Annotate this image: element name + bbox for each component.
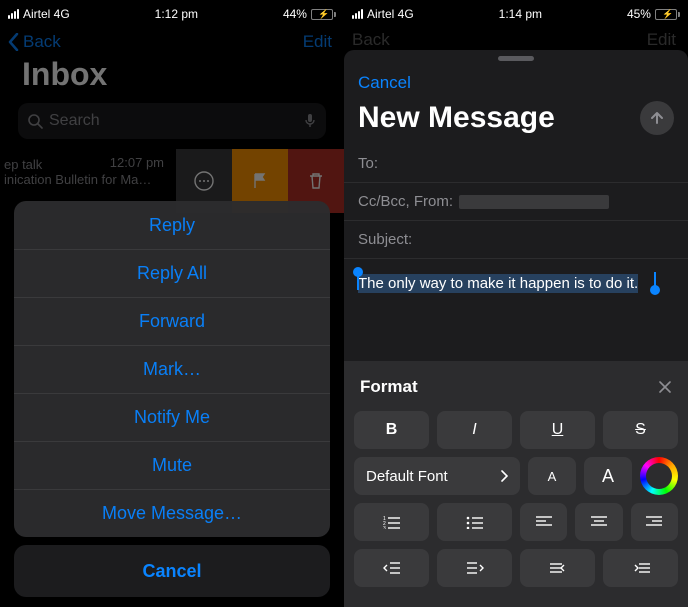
format-align-right-button[interactable]: [631, 503, 678, 541]
to-field[interactable]: To:: [344, 145, 688, 183]
search-placeholder: Search: [49, 112, 100, 130]
edit-button[interactable]: Edit: [303, 32, 332, 52]
compose-title: New Message: [358, 101, 555, 135]
action-notify-me[interactable]: Notify Me: [14, 393, 330, 441]
back-label: Back: [23, 32, 61, 52]
align-right-icon: [646, 516, 662, 528]
underline-glyph: U: [552, 421, 564, 439]
background-nav: Back Edit: [344, 24, 688, 50]
ltr-icon: [548, 561, 568, 575]
trash-icon: [308, 172, 324, 190]
mail-preview-fragment: inication Bulletin for Ma…: [4, 172, 168, 187]
format-bold-button[interactable]: B: [354, 411, 429, 449]
from-value-redacted: [459, 195, 609, 209]
size-up-glyph: A: [602, 466, 614, 487]
ccbcc-label: Cc/Bcc, From:: [358, 193, 453, 210]
format-bullet-list-button[interactable]: [437, 503, 512, 541]
format-strike-button[interactable]: S: [603, 411, 678, 449]
outdent-icon: [383, 561, 401, 575]
action-cancel[interactable]: Cancel: [14, 545, 330, 597]
subject-label: Subject:: [358, 231, 412, 248]
chevron-left-icon: [8, 33, 19, 51]
format-numbered-list-button[interactable]: 123: [354, 503, 429, 541]
format-ltr-button[interactable]: [520, 549, 595, 587]
strike-glyph: S: [635, 421, 646, 439]
signal-icon: [352, 9, 363, 19]
align-center-icon: [591, 516, 607, 528]
status-bar: Airtel 4G 1:12 pm 44% ⚡: [0, 0, 344, 24]
size-down-glyph: A: [548, 469, 557, 484]
format-italic-button[interactable]: I: [437, 411, 512, 449]
format-rtl-button[interactable]: [603, 549, 678, 587]
format-size-down-button[interactable]: A: [528, 457, 576, 495]
italic-glyph: I: [472, 421, 476, 439]
rtl-icon: [631, 561, 651, 575]
signal-icon: [8, 9, 19, 19]
background-edit: Edit: [647, 30, 676, 50]
ellipsis-icon: [193, 170, 215, 192]
status-carrier: Airtel 4G: [367, 7, 414, 21]
close-icon: [658, 380, 672, 394]
send-button[interactable]: [640, 101, 674, 135]
chevron-right-icon: [500, 470, 508, 482]
arrow-up-icon: [648, 109, 666, 127]
format-align-left-button[interactable]: [520, 503, 567, 541]
status-carrier: Airtel 4G: [23, 7, 70, 21]
format-outdent-button[interactable]: [354, 549, 429, 587]
phone-left-inbox-actionsheet: Airtel 4G 1:12 pm 44% ⚡ Back Edit Inbox: [0, 0, 344, 607]
flag-icon: [251, 172, 269, 190]
selection-handle-end[interactable]: [650, 285, 660, 295]
format-size-up-button[interactable]: A: [584, 457, 632, 495]
background-back: Back: [352, 30, 390, 50]
align-left-icon: [536, 516, 552, 528]
phone-right-compose-format: Airtel 4G 1:14 pm 45% ⚡ Back Edit Cancel…: [344, 0, 688, 607]
search-icon: [28, 114, 43, 129]
search-input[interactable]: Search: [18, 103, 326, 139]
status-bar: Airtel 4G 1:14 pm 45% ⚡: [344, 0, 688, 24]
action-reply-all[interactable]: Reply All: [14, 249, 330, 297]
action-move-message[interactable]: Move Message…: [14, 489, 330, 537]
nav-bar: Back Edit: [0, 24, 344, 52]
status-time: 1:12 pm: [155, 7, 198, 21]
selection-caret-start: [357, 272, 359, 290]
selected-text: The only way to make it happen is to do …: [358, 274, 638, 293]
bullet-list-icon: [466, 515, 484, 529]
battery-icon: ⚡: [655, 9, 680, 20]
mail-time: 12:07 pm: [110, 155, 164, 170]
compose-cancel-button[interactable]: Cancel: [344, 65, 688, 99]
indent-icon: [466, 561, 484, 575]
format-underline-button[interactable]: U: [520, 411, 595, 449]
svg-text:3: 3: [383, 526, 386, 529]
format-font-button[interactable]: Default Font: [354, 457, 520, 495]
status-time: 1:14 pm: [499, 7, 542, 21]
ccbcc-from-field[interactable]: Cc/Bcc, From:: [344, 183, 688, 221]
action-mute[interactable]: Mute: [14, 441, 330, 489]
compose-sheet: Cancel New Message To: Cc/Bcc, From: Sub…: [344, 50, 688, 607]
format-title: Format: [360, 377, 418, 397]
format-align-center-button[interactable]: [575, 503, 622, 541]
subject-field[interactable]: Subject:: [344, 221, 688, 259]
format-panel: Format B I U S Default Font A: [344, 361, 688, 607]
back-button[interactable]: Back: [8, 32, 61, 52]
format-indent-button[interactable]: [437, 549, 512, 587]
status-battery-pct: 45%: [627, 7, 651, 21]
battery-icon: ⚡: [311, 9, 336, 20]
compose-body[interactable]: The only way to make it happen is to do …: [344, 259, 688, 345]
status-battery-pct: 44%: [283, 7, 307, 21]
action-forward[interactable]: Forward: [14, 297, 330, 345]
sheet-grabber[interactable]: [498, 56, 534, 61]
action-reply[interactable]: Reply: [14, 201, 330, 249]
numbered-list-icon: 123: [383, 515, 401, 529]
format-close-button[interactable]: [658, 380, 672, 394]
mic-icon[interactable]: [304, 113, 316, 129]
format-color-button[interactable]: [640, 457, 678, 495]
font-name: Default Font: [366, 468, 448, 485]
action-mark[interactable]: Mark…: [14, 345, 330, 393]
action-sheet: Reply Reply All Forward Mark… Notify Me …: [14, 201, 330, 597]
to-label: To:: [358, 155, 378, 172]
page-title: Inbox: [0, 52, 344, 103]
bold-glyph: B: [386, 421, 398, 439]
